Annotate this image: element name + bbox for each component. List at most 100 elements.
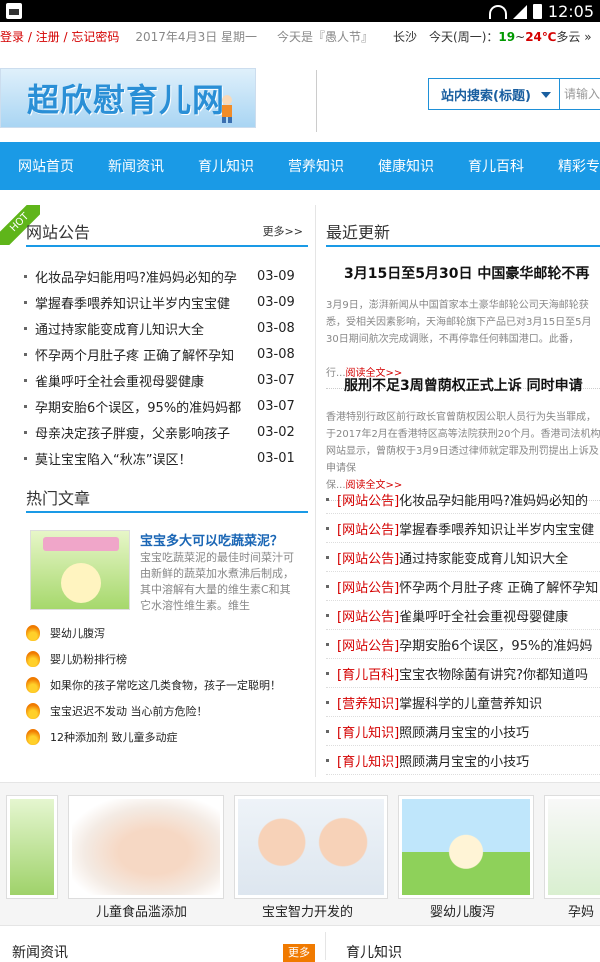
bullet [24, 404, 27, 408]
baike-section-title: 育儿知识 [346, 945, 402, 961]
list-item[interactable]: 通过持家能变成育儿知识大全 03-08 [24, 315, 304, 341]
category-tag[interactable]: [营养知识] [337, 693, 399, 712]
list-item[interactable]: 莫让宝宝陷入“秋冻”误区！ 03-01 [24, 445, 304, 471]
news-section-header: 新闻资讯 更多 [0, 932, 326, 962]
nav-topics[interactable]: 精彩专题 [540, 156, 600, 176]
bullet [326, 613, 329, 617]
nav-health[interactable]: 健康知识 [360, 156, 450, 176]
list-item[interactable]: 如果你的孩子常吃这几类食物，孩子一定聪明！ [26, 672, 316, 698]
weather-info: 今天(周一)：19~24℃多云 » [429, 29, 592, 44]
category-tag[interactable]: [网站公告] [337, 490, 399, 509]
gallery-image[interactable] [234, 795, 388, 899]
nav-home[interactable]: 网站首页 [0, 156, 90, 176]
list-item[interactable]: [网站公告] 掌握春季喂养知识让半岁内宝宝健 [326, 514, 600, 543]
bullet [24, 430, 27, 434]
login-link[interactable]: 登录 [0, 30, 24, 44]
gallery-image[interactable] [398, 795, 534, 899]
gallery-caption[interactable]: 孕妈 [568, 901, 594, 920]
battery-icon [532, 4, 542, 19]
category-tag[interactable]: [网站公告] [337, 577, 399, 596]
latest-article-desc: 香港特别行政区前行政长官曾荫权因公职人员行为失当罪成，于2017年2月在香港特区… [326, 412, 600, 474]
gallery-caption[interactable]: 儿童食品滥添加 [96, 901, 187, 920]
notice-title: 网站公告 [26, 223, 91, 242]
latest-article-title[interactable]: 3月15日至5月30日 中国豪华邮轮不再 [326, 263, 600, 283]
gallery-caption[interactable]: 婴幼儿腹泻 [430, 901, 495, 920]
list-item[interactable]: [网站公告] 怀孕两个月肚子疼 正确了解怀孕知 [326, 572, 600, 601]
category-tag[interactable]: [网站公告] [337, 519, 399, 538]
list-item[interactable]: [网站公告] 化妆品孕妇能用吗?准妈妈必知的 [326, 485, 600, 514]
list-item[interactable]: 孕期安胎6个误区，95%的准妈妈都 03-07 [24, 393, 304, 419]
current-date: 2017年4月3日 星期一 [135, 29, 258, 44]
bullet [326, 729, 329, 733]
category-tag[interactable]: [网站公告] [337, 606, 399, 625]
list-item[interactable]: [网站公告] 通过持家能变成育儿知识大全 [326, 543, 600, 572]
temp-low: 19 [498, 29, 516, 44]
search-input[interactable]: 请输入 [560, 78, 600, 110]
featured-article[interactable]: 宝宝多大可以吃蔬菜泥？ 宝宝吃蔬菜泥的最佳时间菜汁可由新鲜的蔬菜加水煮沸后制成，… [30, 530, 310, 615]
gallery-caption[interactable]: 宝宝智力开发的 [262, 901, 353, 920]
category-tag[interactable]: [育儿知识] [337, 751, 399, 770]
list-item[interactable]: [网站公告] 孕期安胎6个误区，95%的准妈妈 [326, 630, 600, 659]
holiday-text: 今天是『愚人节』 [277, 29, 374, 44]
bullet [326, 642, 329, 646]
list-item[interactable]: 母亲决定孩子胖瘦，父亲影响孩子 03-02 [24, 419, 304, 445]
nav-encyclopedia[interactable]: 育儿百科 [450, 156, 540, 176]
list-item[interactable]: 12种添加剂 致儿童多动症 [26, 724, 316, 750]
list-item[interactable]: 怀孕两个月肚子疼 正确了解怀孕知 03-08 [24, 341, 304, 367]
header-divider [316, 70, 317, 132]
register-link[interactable]: 注册 [36, 30, 60, 44]
bullet [326, 700, 329, 704]
category-tag[interactable]: [网站公告] [337, 548, 399, 567]
latest-article-title[interactable]: 服刑不足3周曾荫权正式上诉 同时申请 [326, 375, 600, 395]
list-item[interactable]: 婴儿奶粉排行榜 [26, 646, 316, 672]
forgot-password-link[interactable]: 忘记密码 [71, 30, 119, 44]
weather-city: 长沙 [393, 29, 418, 44]
category-tag[interactable]: [网站公告] [337, 635, 399, 654]
signal-icon [512, 4, 527, 19]
list-item[interactable]: 婴幼儿腹泻 [26, 620, 316, 646]
news-more-button[interactable]: 更多 [283, 944, 315, 962]
featured-title[interactable]: 宝宝多大可以吃蔬菜泥？ [140, 530, 283, 549]
bullet [24, 274, 27, 278]
nav-parenting[interactable]: 育儿知识 [180, 156, 270, 176]
site-logo[interactable]: 超欣慰育儿网 [0, 68, 256, 128]
list-item[interactable]: [网站公告] 雀巢呼吁全社会重视母婴健康 [326, 601, 600, 630]
gallery-image[interactable] [6, 795, 58, 899]
bullet [326, 555, 329, 559]
flame-icon [26, 677, 40, 693]
news-section-title: 新闻资讯 [12, 945, 68, 961]
bullet [326, 758, 329, 762]
top-info-bar: 登录 / 注册 / 忘记密码 2017年4月3日 星期一 今天是『愚人节』 长沙… [0, 22, 600, 50]
category-tag[interactable]: [育儿百科] [337, 664, 399, 683]
main-nav: 网站首页 新闻资讯 育儿知识 营养知识 健康知识 育儿百科 精彩专题 [0, 142, 600, 190]
featured-desc: 宝宝吃蔬菜泥的最佳时间菜汁可由新鲜的蔬菜加水煮沸后制成，其中溶解有大量的维生素C… [140, 551, 294, 612]
search-scope-select[interactable]: 站内搜索(标题) [428, 78, 560, 110]
notice-more-link[interactable]: 更多>> [263, 223, 303, 239]
notice-underline [26, 245, 308, 247]
latest-article[interactable]: 服刑不足3周曾荫权正式上诉 同时申请 香港特别行政区前行政长官曾荫权因公职人员行… [326, 375, 600, 501]
bullet [326, 671, 329, 675]
site-search: 站内搜索(标题) 请输入 [428, 78, 600, 110]
list-item[interactable]: 宝宝迟迟不发动 当心前方危险！ [26, 698, 316, 724]
latest-list: [网站公告] 化妆品孕妇能用吗?准妈妈必知的 [网站公告] 掌握春季喂养知识让半岁内… [326, 485, 600, 775]
status-bar: 12:05 [0, 0, 600, 22]
list-item[interactable]: [育儿知识] 照顾满月宝宝的小技巧 [326, 746, 600, 775]
nav-nutrition[interactable]: 营养知识 [270, 156, 360, 176]
gallery-image[interactable] [68, 795, 224, 899]
featured-thumbnail[interactable] [30, 530, 130, 610]
gallery-image[interactable] [544, 795, 600, 899]
right-column: 最近更新 3月15日至5月30日 中国豪华邮轮不再 3月9日，澎湃新闻从中国首家… [326, 205, 600, 777]
latest-article[interactable]: 3月15日至5月30日 中国豪华邮轮不再 3月9日，澎湃新闻从中国首家本土豪华邮… [326, 263, 600, 389]
nav-news[interactable]: 新闻资讯 [90, 156, 180, 176]
hot-articles-title: 热门文章 [26, 489, 91, 508]
list-item[interactable]: 掌握春季喂养知识让半岁内宝宝健 03-09 [24, 289, 304, 315]
list-item[interactable]: [育儿知识] 照顾满月宝宝的小技巧 [326, 717, 600, 746]
bullet [326, 526, 329, 530]
bullet [24, 326, 27, 330]
list-item[interactable]: [营养知识] 掌握科学的儿童营养知识 [326, 688, 600, 717]
list-item[interactable]: 雀巢呼吁全社会重视母婴健康 03-07 [24, 367, 304, 393]
bullet [24, 300, 27, 304]
category-tag[interactable]: [育儿知识] [337, 722, 399, 741]
list-item[interactable]: 化妆品孕妇能用吗?准妈妈必知的孕 03-09 [24, 263, 304, 289]
list-item[interactable]: [育儿百科] 宝宝衣物除菌有讲究?你都知道吗 [326, 659, 600, 688]
